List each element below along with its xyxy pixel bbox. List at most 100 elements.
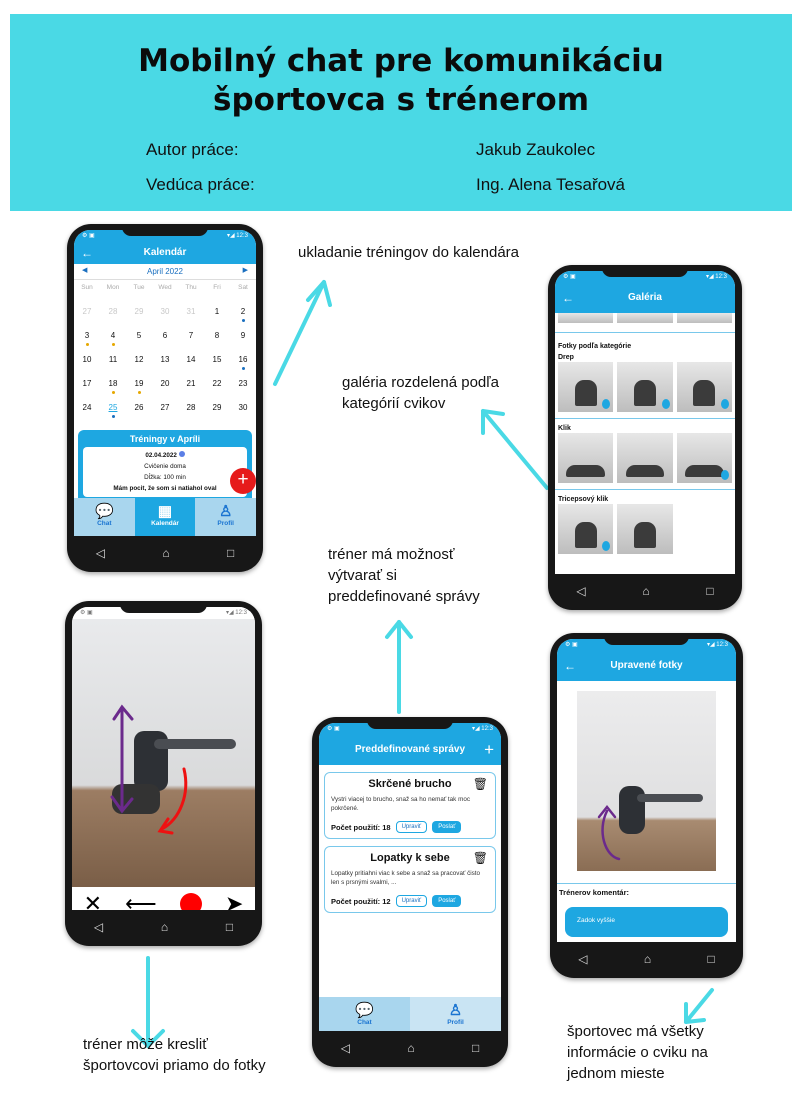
send-button[interactable]: Poslať [432,821,462,833]
day-cell[interactable]: 20 [152,376,178,400]
day-cell[interactable]: 24 [74,400,100,424]
day-cell[interactable]: 9 [230,328,256,352]
day-cell[interactable]: 18 [100,376,126,400]
back-arrow-icon[interactable]: ← [81,242,93,264]
gallery-section-title: Fotky podľa kategórie [558,343,632,350]
nav-recents-icon[interactable]: □ [227,546,234,560]
nav-back-icon[interactable]: ◁ [341,1041,350,1055]
month-label: April 2022 [146,267,184,276]
day-cell[interactable]: 10 [74,352,100,376]
gallery-thumbnail[interactable] [558,504,614,554]
day-cell[interactable]: 4 [100,328,126,352]
edit-button[interactable]: Upraviť [395,895,428,907]
nav-home-icon[interactable]: ⌂ [642,584,649,598]
send-icon[interactable]: ➤ [225,891,243,910]
day-cell[interactable]: 26 [126,400,152,424]
calendar-icon: ▦ [157,503,173,520]
day-cell[interactable]: 27 [152,400,178,424]
nav-back-icon[interactable]: ◁ [94,920,103,934]
nav-recents-icon[interactable]: □ [708,952,715,966]
nav-home-icon[interactable]: ⌂ [407,1041,414,1055]
day-cell[interactable]: 30 [152,304,178,328]
phone-calendar: ⚙ ▣ ▾◢ 12:3 ← Kalendár ◀ April 2022 ▶ Sun… [67,224,263,572]
gallery-thumbnail[interactable] [676,313,732,323]
day-cell[interactable]: 27 [74,304,100,328]
day-cell[interactable]: 12 [126,352,152,376]
tab-chat[interactable]: 💬 Chat [74,498,135,536]
edited-photo[interactable] [577,691,716,871]
predefined-title: Preddefinované správy [354,744,466,755]
gallery-thumbnail[interactable] [558,313,614,323]
tab-profile[interactable]: ♙ Profil [410,997,501,1031]
message-footer: Počet použití: 12 Upraviť Poslať [331,895,489,907]
trash-icon[interactable]: 🗑 [473,851,488,865]
gallery-thumbnail[interactable] [558,362,614,412]
nav-home-icon[interactable]: ⌂ [162,546,169,560]
day-cell[interactable]: 23 [230,376,256,400]
day-cell[interactable]: 7 [178,328,204,352]
close-icon[interactable]: ✕ [84,891,102,910]
gallery-thumbnail[interactable] [617,362,673,412]
edit-button[interactable]: Upraviť [395,821,428,833]
gallery-thumbnail[interactable] [617,313,673,323]
day-cell[interactable]: 5 [126,328,152,352]
day-cell[interactable]: 22 [204,376,230,400]
day-cell[interactable]: 21 [178,376,204,400]
message-card[interactable]: Skrčené brucho 🗑 Vystri viacej to brucho… [324,772,496,839]
prev-month-icon[interactable]: ◀ [82,266,87,274]
color-picker-button[interactable] [179,893,202,910]
day-cell[interactable]: 29 [126,304,152,328]
next-month-icon[interactable]: ▶ [243,266,248,274]
tab-profile[interactable]: ♙ Profil [195,498,256,536]
day-cell[interactable]: 6 [152,328,178,352]
nav-home-icon[interactable]: ⌂ [161,920,168,934]
athlete-figure [693,380,716,406]
edited-screen: ⚙ ▣ ▾◢ 12:3 ← Upravené fotky Trénerov kom… [557,639,736,942]
day-cell[interactable]: 30 [230,400,256,424]
message-card[interactable]: Lopatky k sebe 🗑 Lopatky pritiahni viac … [324,846,496,913]
nav-home-icon[interactable]: ⌂ [644,952,651,966]
add-message-icon[interactable]: + [484,735,494,765]
gallery-thumbnail[interactable] [676,362,732,412]
nav-back-icon[interactable]: ◁ [96,546,105,560]
gallery-thumbnail[interactable] [676,433,732,483]
message-footer: Počet použití: 18 Upraviť Poslať [331,821,489,833]
day-cell[interactable]: 11 [100,352,126,376]
gallery-thumbnail[interactable] [617,504,673,554]
day-cell[interactable]: 28 [178,400,204,424]
day-cell[interactable]: 19 [126,376,152,400]
add-training-button[interactable]: + [230,468,256,494]
day-cell[interactable]: 2 [230,304,256,328]
day-cell[interactable]: 15 [204,352,230,376]
gallery-thumbnail[interactable] [617,433,673,483]
undo-icon[interactable]: ⟵ [125,891,157,910]
day-cell[interactable]: 14 [178,352,204,376]
day-cell[interactable]: 1 [204,304,230,328]
nav-back-icon[interactable]: ◁ [576,584,585,598]
trash-icon[interactable]: 🗑 [473,777,488,791]
gallery-thumbnail[interactable] [558,433,614,483]
day-cell[interactable]: 16 [230,352,256,376]
tab-chat[interactable]: 💬 Chat [319,997,410,1031]
day-cell-today[interactable]: 25 [100,400,126,424]
day-cell[interactable]: 28 [100,304,126,328]
day-cell[interactable]: 31 [178,304,204,328]
nav-back-icon[interactable]: ◁ [578,952,587,966]
training-entry[interactable]: 02.04.2022 Cvičenie doma Dĺžka: 100 min … [83,447,247,497]
day-cell[interactable]: 13 [152,352,178,376]
day-cell[interactable]: 8 [204,328,230,352]
nav-recents-icon[interactable]: □ [472,1041,479,1055]
day-cell[interactable]: 17 [74,376,100,400]
tab-calendar[interactable]: ▦ Kalendár [134,498,196,536]
day-cell[interactable]: 3 [74,328,100,352]
nav-recents-icon[interactable]: □ [226,920,233,934]
day-cell[interactable]: 29 [204,400,230,424]
category-row [555,362,735,419]
drawing-layer[interactable] [72,619,255,887]
send-button[interactable]: Poslať [432,895,462,907]
exercise-photo[interactable] [72,619,255,887]
usage-count: Počet použití: 12 [331,896,391,906]
back-arrow-icon[interactable]: ← [562,283,574,313]
nav-recents-icon[interactable]: □ [706,584,713,598]
back-arrow-icon[interactable]: ← [564,651,576,681]
